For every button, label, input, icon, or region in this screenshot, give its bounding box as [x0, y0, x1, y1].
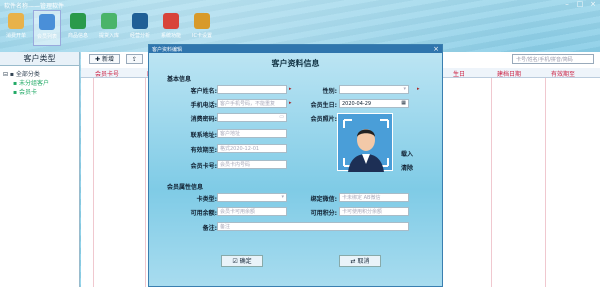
tree-item-member-card[interactable]: ▪ 会员卡 — [3, 88, 76, 97]
toolbar-products[interactable]: 商品信息 — [64, 10, 92, 46]
birthday-label: 会员生日: — [310, 102, 337, 109]
customer-type-panel: 客户类型 ⊟ ▪ 全部分类 ▪ 未分组客户 ▪ 会员卡 — [0, 52, 80, 287]
card-type-select[interactable]: ▾ — [217, 193, 287, 202]
ok-button[interactable]: ☑ 确定 — [221, 255, 263, 267]
panel-header: 客户类型 — [0, 52, 79, 66]
grid-line — [491, 78, 492, 287]
card-no-input[interactable]: 会员卡内号码 — [217, 160, 287, 169]
password-input[interactable]: ▭ — [217, 113, 287, 122]
note-label: 备注: — [202, 225, 217, 232]
search-input[interactable]: 卡号/姓名/手机/拼音/简码 — [512, 54, 594, 64]
avatar-icon — [343, 119, 389, 172]
sales-icon — [8, 13, 24, 29]
keyboard-icon[interactable]: ▭ — [279, 114, 284, 120]
card-type-label: 卡类型: — [196, 196, 217, 203]
required-icon: ▸ — [289, 86, 292, 92]
required-icon: ▸ — [289, 100, 292, 106]
balance-label: 可用余额: — [190, 210, 217, 217]
dialog-heading: 客户资料信息 — [271, 59, 320, 68]
members-icon — [39, 14, 55, 30]
birthday-input[interactable]: 2020-04-29 ▦ — [339, 99, 409, 108]
close-icon[interactable]: × — [588, 0, 598, 8]
toolbar-system[interactable]: 系统功能 — [157, 10, 185, 46]
stock-in-icon — [101, 13, 117, 29]
grid-line — [93, 78, 94, 287]
main-toolbar: 消费开单 会员列表 商品信息 提货入库 经营分析 系统功能 IC卡设置 — [2, 10, 216, 46]
wechat-label: 绑定微信: — [310, 196, 337, 203]
member-section-title: 会员属性信息 — [167, 184, 204, 191]
phone-input[interactable]: 客户手机号码，不能重复 — [217, 99, 287, 108]
dialog-close-icon[interactable]: × — [433, 45, 439, 53]
toolbar-sales[interactable]: 消费开单 — [2, 10, 30, 46]
tree-root[interactable]: ⊟ ▪ 全部分类 — [3, 70, 76, 79]
ic-card-icon — [194, 13, 210, 29]
balance-input[interactable]: 会员卡可用余额 — [217, 207, 287, 216]
address-input[interactable]: 客户地址 — [217, 129, 287, 138]
expire-label: 有效期至: — [190, 147, 217, 154]
window-title-bar: 软件名称——管理软件 – □ × — [0, 0, 600, 10]
wechat-input[interactable]: 卡未绑定 AB微信 — [339, 193, 409, 202]
chevron-down-icon: ▾ — [281, 194, 284, 200]
window-controls: – □ × — [562, 0, 598, 8]
col-created[interactable]: 建档日期 — [497, 69, 521, 78]
col-card-no[interactable]: 会员卡号 — [95, 69, 119, 78]
name-label: 客户姓名: — [190, 88, 217, 95]
dialog-titlebar: 客户资料编辑 × — [149, 45, 442, 53]
points-input[interactable]: 卡可使用积分余额 — [339, 207, 409, 216]
member-photo[interactable] — [337, 113, 393, 172]
tree-item-ungrouped[interactable]: ▪ 未分组客户 — [3, 79, 76, 88]
toolbar-stock-in[interactable]: 提货入库 — [95, 10, 123, 46]
col-birthday[interactable]: 生日 — [453, 69, 465, 78]
address-label: 联系地址: — [190, 132, 217, 139]
cancel-button[interactable]: ⇄ 取消 — [339, 255, 381, 267]
password-label: 消费密码: — [190, 116, 217, 123]
required-icon: ▸ — [417, 86, 420, 92]
col-expire[interactable]: 有效期至 — [551, 69, 575, 78]
toolbar-analysis[interactable]: 经营分析 — [126, 10, 154, 46]
basic-section-title: 基本信息 — [167, 76, 192, 83]
import-photo-button[interactable]: 载入 — [401, 149, 413, 158]
add-button[interactable]: ✚ 新增 — [89, 54, 120, 64]
analysis-icon — [132, 13, 148, 29]
clear-photo-button[interactable]: 清除 — [401, 163, 413, 172]
maximize-icon[interactable]: □ — [575, 0, 585, 8]
customer-edit-dialog: 客户资料编辑 × 客户资料信息 基本信息 客户姓名: ▸ 性别: ▾ ▸ 手机电… — [148, 44, 443, 287]
name-input[interactable] — [217, 85, 287, 94]
grid-line — [145, 78, 146, 287]
chevron-down-icon: ▾ — [403, 86, 406, 92]
toolbar-ic-card[interactable]: IC卡设置 — [188, 10, 216, 46]
phone-label: 手机电话: — [190, 102, 217, 109]
more-button[interactable]: ⇪ — [125, 54, 143, 64]
grid-line — [545, 78, 546, 287]
window-title: 软件名称——管理软件 — [4, 3, 65, 10]
note-input[interactable]: 备注 — [217, 222, 409, 231]
products-icon — [70, 13, 86, 29]
system-icon — [163, 13, 179, 29]
card-no-label: 会员卡号: — [190, 163, 217, 170]
gender-label: 性别: — [322, 88, 337, 95]
category-tree: ⊟ ▪ 全部分类 ▪ 未分组客户 ▪ 会员卡 — [0, 66, 79, 101]
minimize-icon[interactable]: – — [562, 0, 572, 8]
points-label: 可用积分: — [310, 210, 337, 217]
toolbar-members[interactable]: 会员列表 — [33, 10, 61, 46]
calendar-icon[interactable]: ▦ — [401, 100, 406, 106]
expire-input[interactable]: 格式2020-12-01 — [217, 144, 287, 153]
gender-select[interactable]: ▾ — [339, 85, 409, 94]
photo-label: 会员照片: — [310, 116, 337, 123]
